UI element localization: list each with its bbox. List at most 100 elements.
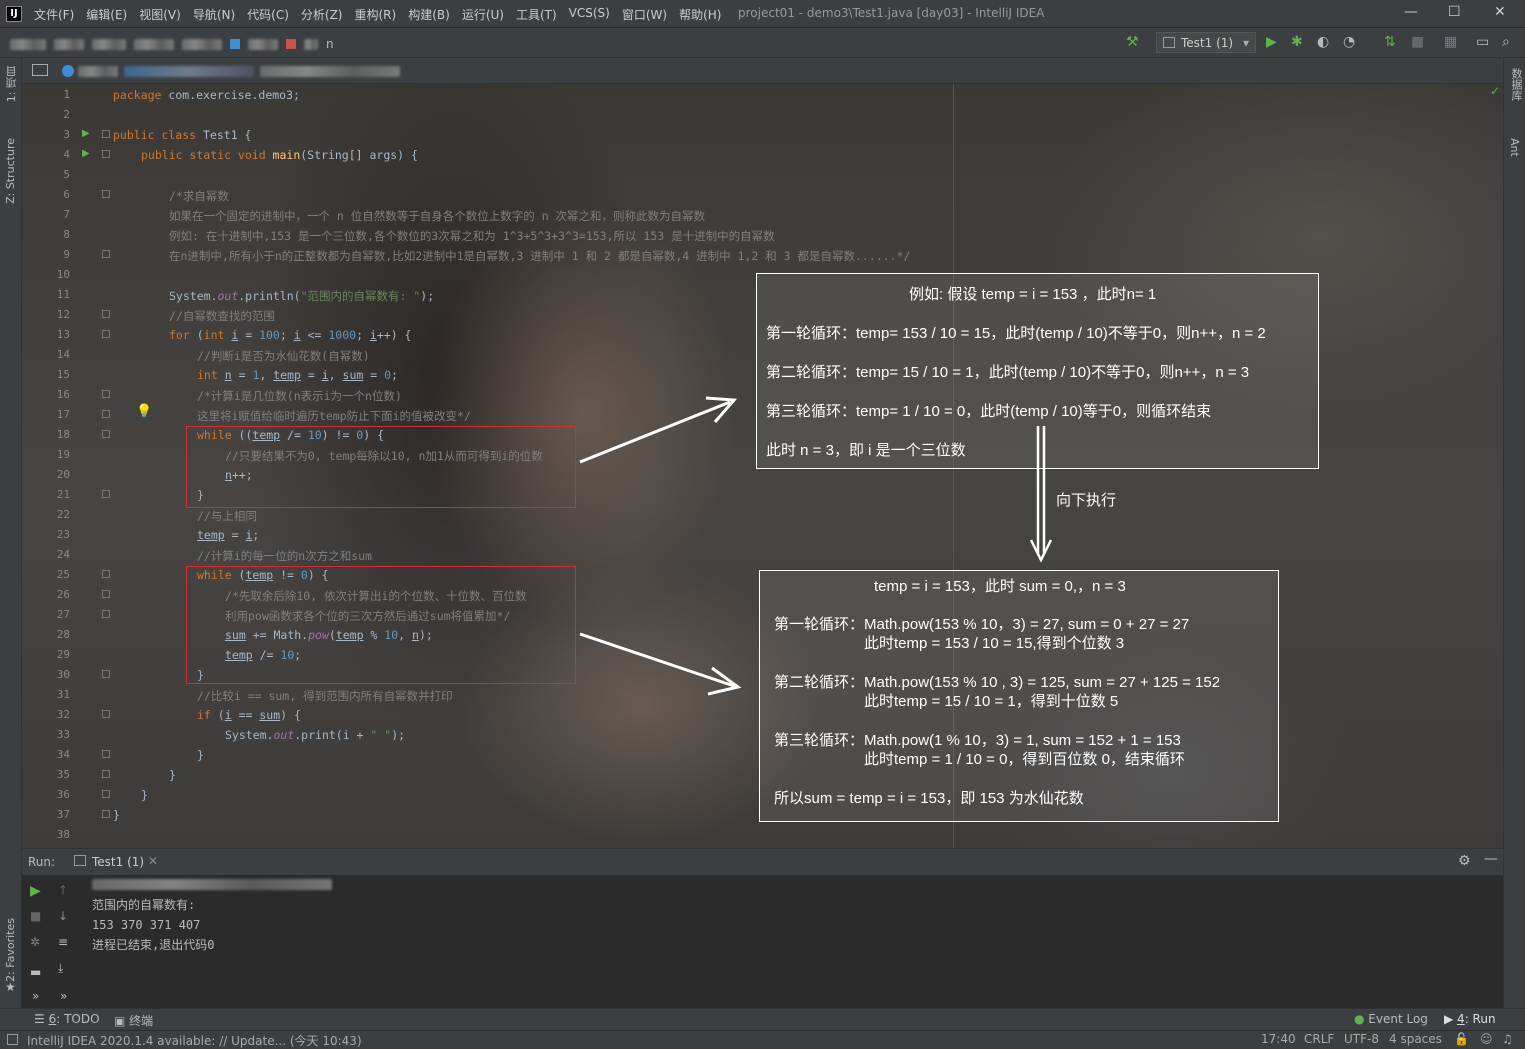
navigation-toolbar: n ⚒ Test1 (1) ▾ ▶ ✱ ◐ ◔ ⇅ ■ ▦ ▭ ⌕ xyxy=(0,28,1525,58)
debug-bug-icon[interactable]: ✲ xyxy=(30,935,40,949)
event-log-tab[interactable]: ● Event Log xyxy=(1354,1012,1428,1026)
run-configuration-select[interactable]: Test1 (1) ▾ xyxy=(1156,32,1256,53)
build-hammer-icon[interactable]: ⚒ xyxy=(1126,34,1139,50)
breadcrumb: n xyxy=(10,37,334,51)
arrow-label: 向下执行 xyxy=(1056,492,1117,509)
notifications-icon[interactable]: ♫ xyxy=(1502,1032,1513,1046)
arrow-to-box1 xyxy=(579,396,738,464)
status-bar: IntelliJ IDEA 2020.1.4 available: // Upd… xyxy=(0,1030,1525,1049)
config-icon xyxy=(74,855,86,866)
status-square-icon[interactable] xyxy=(7,1034,18,1045)
down-arrow-icon[interactable]: ↓ xyxy=(58,909,68,923)
close-tab-icon[interactable]: ✕ xyxy=(148,854,158,868)
close-button[interactable]: ✕ xyxy=(1494,4,1506,20)
package-icon xyxy=(230,39,240,49)
chevron-down-icon: ▾ xyxy=(1242,36,1249,50)
breadcrumb-blurred[interactable] xyxy=(304,38,318,50)
run-output[interactable]: 范围内的自幂数有: 153 370 371 407 进程已结束,退出代码0 xyxy=(92,895,214,955)
run-config-label: Test1 (1) xyxy=(1181,36,1234,50)
update-message[interactable]: IntelliJ IDEA 2020.1.4 available: // Upd… xyxy=(27,1032,362,1049)
run-icon: ▶ xyxy=(1444,1012,1458,1026)
settings-gear-icon[interactable]: ⚙ xyxy=(1458,853,1471,869)
file-encoding[interactable]: UTF-8 xyxy=(1344,1032,1379,1046)
line-separator[interactable]: CRLF xyxy=(1304,1032,1334,1046)
search-icon[interactable]: ⌕ xyxy=(1502,34,1510,50)
more-icon[interactable]: » xyxy=(60,989,67,1003)
run-tab[interactable]: ▶ 4: Run xyxy=(1444,1012,1496,1026)
rerun-icon[interactable]: ▶ xyxy=(30,883,41,899)
more-icon[interactable]: » xyxy=(32,989,39,1003)
breadcrumb-blurred[interactable] xyxy=(10,38,46,50)
breadcrumb-blurred[interactable] xyxy=(248,38,278,50)
caret-position[interactable]: 17:40 xyxy=(1261,1032,1296,1046)
breadcrumb-blurred[interactable] xyxy=(134,38,174,50)
code-editor[interactable]: ✓ 1 2 3 ▶ 4 ▶ 5 6 7 8 9 10 11 12 13 14 15 16 17 18 19 20 21 22 2… xyxy=(22,84,1503,848)
menu-bar: IJ 文件(F) 编辑(E) 视图(V) 导航(N) 代码(C) 分析(Z) 重… xyxy=(0,0,1525,28)
todo-tab[interactable]: ☰ 6: TODO xyxy=(34,1012,100,1026)
menu-help[interactable]: 帮助(H) xyxy=(679,6,721,23)
project-view-icon[interactable] xyxy=(32,64,48,76)
editor-tab[interactable] xyxy=(78,66,118,77)
lock-icon[interactable]: 🔓 xyxy=(1454,1032,1469,1046)
editor-tabs-blurred xyxy=(78,66,400,77)
arrow-down xyxy=(1029,426,1053,563)
ant-tool-tab[interactable]: Ant xyxy=(1508,138,1521,157)
inspector-icon[interactable]: ☺ xyxy=(1480,1032,1493,1046)
layout-icon[interactable]: ▬ xyxy=(30,965,41,979)
annotation-arrows xyxy=(579,396,1053,696)
menu-build[interactable]: 构建(B) xyxy=(408,6,450,23)
hide-panel-icon[interactable]: — xyxy=(1484,851,1498,867)
menu-tools[interactable]: 工具(T) xyxy=(516,6,557,23)
config-icon xyxy=(1163,37,1175,48)
menu-navigate[interactable]: 导航(N) xyxy=(193,6,235,23)
menu-run[interactable]: 运行(U) xyxy=(462,6,504,23)
run-command-blurred xyxy=(92,879,332,890)
project-tool-tab[interactable]: 1: 项目 xyxy=(4,66,20,102)
favorites-tool-tab[interactable]: 2: Favorites xyxy=(4,918,17,982)
debug-icon[interactable]: ✱ xyxy=(1291,34,1303,50)
terminal-tab[interactable]: ▣ 终端 xyxy=(114,1012,153,1029)
terminal-icon: ▣ xyxy=(114,1014,130,1028)
right-tool-strip: 数据库 Ant xyxy=(1503,58,1525,1030)
coverage-icon[interactable]: ◐ xyxy=(1317,34,1329,50)
menu-file[interactable]: 文件(F) xyxy=(34,6,74,23)
menu-vcs[interactable]: VCS(S) xyxy=(569,6,610,23)
run-icon[interactable]: ▶ xyxy=(1266,34,1277,50)
breadcrumb-blurred[interactable] xyxy=(182,38,222,50)
run-tab-label[interactable]: Test1 (1) xyxy=(92,855,144,869)
maximize-button[interactable]: ☐ xyxy=(1448,4,1461,20)
arrow-to-box2 xyxy=(579,632,742,696)
menu-view[interactable]: 视图(V) xyxy=(139,6,181,23)
editor-tab[interactable] xyxy=(260,66,400,77)
structure-tool-tab[interactable]: Z: Structure xyxy=(4,138,17,204)
profile-icon[interactable]: ◔ xyxy=(1343,34,1355,50)
indent-setting[interactable]: 4 spaces xyxy=(1389,1032,1442,1046)
soft-wrap-icon[interactable]: ≡ xyxy=(58,935,68,949)
layout-icon[interactable]: ▭ xyxy=(1476,34,1489,50)
attach-debugger-icon[interactable]: ⇅ xyxy=(1384,34,1396,50)
class-file-icon xyxy=(62,65,74,77)
minimize-button[interactable]: — xyxy=(1404,4,1418,20)
main-menu: 文件(F) 编辑(E) 视图(V) 导航(N) 代码(C) 分析(Z) 重构(R… xyxy=(34,6,721,23)
breadcrumb-tail[interactable]: n xyxy=(326,37,334,51)
breadcrumb-blurred[interactable] xyxy=(54,38,84,50)
list-icon: ☰ xyxy=(34,1012,49,1026)
stop-icon[interactable]: ■ xyxy=(30,909,41,923)
stop-icon[interactable]: ■ xyxy=(1411,34,1424,50)
menu-analyze[interactable]: 分析(Z) xyxy=(301,6,343,23)
menu-edit[interactable]: 编辑(E) xyxy=(86,6,127,23)
breadcrumb-blurred[interactable] xyxy=(92,38,126,50)
scroll-to-end-icon[interactable]: ⤓ xyxy=(58,961,63,976)
editor-tab[interactable] xyxy=(124,66,254,77)
menu-window[interactable]: 窗口(W) xyxy=(622,6,667,23)
database-tool-tab[interactable]: 数据库 xyxy=(1508,68,1524,101)
menu-code[interactable]: 代码(C) xyxy=(247,6,289,23)
up-arrow-icon[interactable]: ↑ xyxy=(58,883,68,897)
event-log-icon: ● xyxy=(1354,1012,1369,1026)
project-structure-icon[interactable]: ▦ xyxy=(1444,34,1457,50)
menu-refactor[interactable]: 重构(R) xyxy=(355,6,397,23)
run-tool-window: Run: Test1 (1) ✕ ⚙ — ▶ ↑ ■ ↓ ✲ ≡ ▬ ⤓ » »… xyxy=(22,848,1503,1008)
run-command-line xyxy=(92,879,332,893)
output-line: 范围内的自幂数有: xyxy=(92,898,196,912)
bottom-tool-tabs: ☰ 6: TODO ▣ 终端 ● Event Log ▶ 4: Run xyxy=(0,1008,1525,1030)
